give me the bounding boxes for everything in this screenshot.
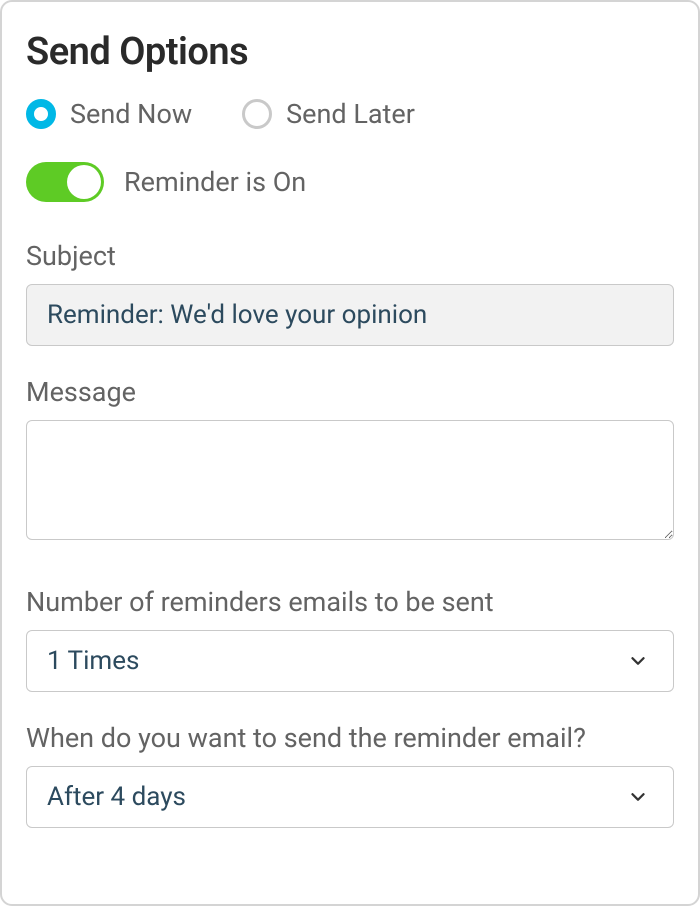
reminder-count-group: Number of reminders emails to be sent 1 … xyxy=(26,586,674,692)
send-now-label: Send Now xyxy=(70,98,192,130)
send-later-label: Send Later xyxy=(286,98,415,130)
message-textarea[interactable] xyxy=(26,420,674,540)
send-now-option[interactable]: Send Now xyxy=(26,98,192,130)
reminder-count-label: Number of reminders emails to be sent xyxy=(26,586,674,618)
radio-selected-icon xyxy=(26,99,56,129)
reminder-toggle[interactable] xyxy=(26,162,104,202)
reminder-when-value: After 4 days xyxy=(47,782,186,812)
send-later-option[interactable]: Send Later xyxy=(242,98,415,130)
chevron-down-icon xyxy=(627,650,649,672)
subject-label: Subject xyxy=(26,240,674,272)
panel-title: Send Options xyxy=(26,30,674,74)
subject-input[interactable] xyxy=(26,284,674,346)
message-field-group: Message xyxy=(26,376,674,544)
reminder-when-group: When do you want to send the reminder em… xyxy=(26,722,674,828)
message-label: Message xyxy=(26,376,674,408)
reminder-toggle-label: Reminder is On xyxy=(124,166,306,198)
reminder-when-label: When do you want to send the reminder em… xyxy=(26,722,674,754)
send-timing-group: Send Now Send Later xyxy=(26,98,674,130)
reminder-count-value: 1 Times xyxy=(47,646,139,676)
radio-unselected-icon xyxy=(242,99,272,129)
reminder-count-select[interactable]: 1 Times xyxy=(26,630,674,692)
reminder-when-select[interactable]: After 4 days xyxy=(26,766,674,828)
chevron-down-icon xyxy=(627,786,649,808)
reminder-toggle-row: Reminder is On xyxy=(26,162,674,202)
send-options-panel: Send Options Send Now Send Later Reminde… xyxy=(0,0,700,906)
toggle-knob-icon xyxy=(67,165,101,199)
subject-field-group: Subject xyxy=(26,240,674,346)
